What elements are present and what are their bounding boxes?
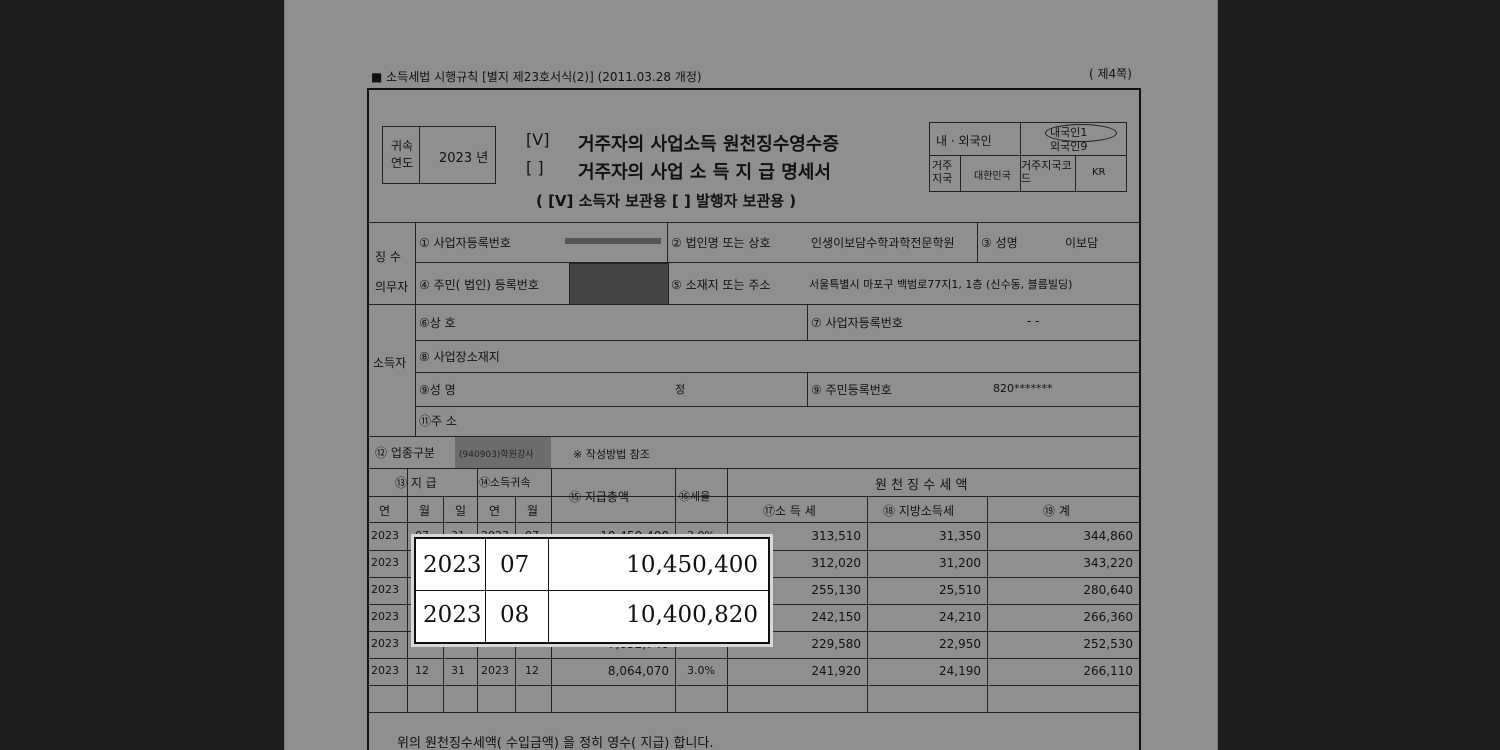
earner-regno-label: ⑨ 주민등록번호 (811, 383, 892, 397)
row-sum: 266,110 (1083, 664, 1133, 678)
row-local-tax: 25,510 (939, 583, 981, 597)
confirmation-text: 위의 원천징수세액( 수입금액) 을 정히 영수( 지급) 합니다. (397, 736, 714, 750)
row-attr-month: 12 (525, 664, 539, 677)
earner-bizno: - - (1027, 314, 1040, 328)
country-code-label: 거주지국코 드 (1021, 159, 1072, 185)
industry-label: ⑫ 업종구분 (375, 446, 435, 460)
col-day: 일 (455, 504, 467, 518)
zoom-amount-2: 10,400,820 (626, 602, 758, 628)
receipt-form: 귀속 연도 2023 년 [V] 거주자의 사업소득 원천징수영수증 [ ] 거… (367, 88, 1141, 750)
zoom-month-2: 08 (500, 602, 530, 628)
row-year: 2023 (371, 637, 399, 650)
row-local-tax: 24,190 (939, 664, 981, 678)
earner-regno: 820******* (993, 382, 1053, 395)
col-attr-month: 월 (527, 504, 539, 518)
zoom-year-2: 2023 (423, 602, 482, 628)
row-month: 12 (415, 664, 429, 677)
row-year: 2023 (371, 583, 399, 596)
col-year: 연 (379, 504, 391, 518)
earner-bizno-label: ⑦ 사업자등록번호 (811, 316, 903, 330)
col-income-tax: ⑰소 득 세 (763, 504, 816, 518)
attribution-year: 2023 년 (439, 151, 489, 166)
row-year: 2023 (371, 529, 399, 542)
residence-value: 대한민국 (974, 171, 1011, 182)
withholding-header: 원 천 징 수 세 액 (875, 478, 968, 493)
row-year: 2023 (371, 556, 399, 569)
left-backdrop (0, 0, 284, 750)
foreign-option: 외국인9 (1050, 140, 1088, 153)
payer-address: 서울특별시 마포구 백범로77지1, 1층 (신수동, 블름빌딩) (809, 278, 1073, 291)
row-year: 2023 (371, 610, 399, 623)
row-income-tax: 241,920 (811, 664, 861, 678)
form-title-1: 거주자의 사업소득 원천징수영수증 (578, 134, 839, 155)
pay-header: ⑬ 지 급 (395, 476, 437, 490)
year-label-2: 연도 (391, 156, 414, 170)
row-total: 8,064,070 (607, 664, 669, 678)
payer-regno-label: ④ 주민( 법인) 등록번호 (419, 278, 539, 292)
earner-trade-label: ⑥상 호 (419, 316, 456, 330)
industry-code: (940903)학원강사 (459, 450, 534, 460)
row-sum: 266,360 (1083, 610, 1133, 624)
row-year: 2023 (371, 664, 399, 677)
row-local-tax: 22,950 (939, 637, 981, 651)
check-statement: [ ] (526, 158, 544, 177)
row-day: 31 (451, 664, 465, 677)
magnifier-overlay: 2023 07 10,450,400 2023 08 10,400,820 (414, 537, 770, 644)
zoom-amount-1: 10,450,400 (626, 552, 758, 578)
right-backdrop (1216, 0, 1500, 750)
nationality-label: 내 · 외국인 (936, 134, 992, 148)
payer-rep-label: ③ 성명 (981, 236, 1018, 250)
row-sum: 280,640 (1083, 583, 1133, 597)
attribution-header: ⑭소득귀속 (479, 476, 531, 489)
year-label-1: 귀속 (391, 139, 414, 153)
payer-name: 인생이보담수학과학전문학원 (811, 236, 955, 250)
zoom-month-1: 07 (500, 552, 530, 578)
total-header: ⑮ 지급총액 (569, 490, 629, 504)
page-number: ( 제4쪽) (1089, 67, 1132, 81)
row-attr-year: 2023 (481, 664, 509, 677)
payer-rep-name: 이보담 (1065, 236, 1099, 250)
row-local-tax: 24,210 (939, 610, 981, 624)
col-total-tax: ⑲ 계 (1043, 504, 1070, 518)
form-reference: ■ 소득세법 시행규칙 [별지 제23호서식(2)] (2011.03.28 개… (371, 70, 702, 84)
zoom-year-1: 2023 (423, 552, 482, 578)
copy-type: ( [V] 소득자 보관용 [ ] 발행자 보관용 ) (536, 192, 797, 210)
residence-label: 거주지국 (932, 159, 953, 185)
row-local-tax: 31,350 (939, 529, 981, 543)
row-local-tax: 31,200 (939, 556, 981, 570)
country-code-value: KR (1092, 167, 1106, 178)
row-sum: 344,860 (1083, 529, 1133, 543)
year-box: 귀속 연도 2023 년 (382, 126, 496, 184)
payer-regno-redacted (569, 263, 669, 305)
earner-group-label: 소득자 (373, 356, 407, 370)
payer-address-label: ⑤ 소재지 또는 주소 (671, 278, 771, 292)
row-rate: 3.0% (687, 664, 715, 677)
check-withholding: [V] (526, 130, 550, 149)
form-title-2: 거주자의 사업 소 득 지 급 명세서 (578, 162, 831, 183)
payer-bizno-label: ① 사업자등록번호 (419, 236, 511, 250)
nationality-box: 내 · 외국인 내국인1 외국인9 거주지국 대한민국 거주지국코 드 KR (929, 122, 1127, 192)
earner-address-label: ⑪주 소 (419, 414, 457, 428)
payer-group-label: 징 수 의무자 (375, 250, 409, 294)
col-attr-year: 연 (489, 504, 501, 518)
payer-name-label: ② 법인명 또는 상호 (671, 236, 771, 250)
document-page: ■ 소득세법 시행규칙 [별지 제23호서식(2)] (2011.03.28 개… (284, 0, 1218, 750)
col-month: 월 (419, 504, 431, 518)
earner-name-label: ⑨성 명 (419, 383, 456, 397)
earner-bizaddr-label: ⑧ 사업장소재지 (419, 350, 500, 364)
earner-name: 정 (675, 383, 686, 396)
col-local-tax: ⑱ 지방소득세 (883, 504, 955, 518)
rate-header: ⑯세율 (679, 490, 711, 503)
payer-bizno-redacted (565, 238, 661, 244)
row-sum: 252,530 (1083, 637, 1133, 651)
row-sum: 343,220 (1083, 556, 1133, 570)
industry-note: ※ 작성방법 참조 (573, 448, 650, 461)
